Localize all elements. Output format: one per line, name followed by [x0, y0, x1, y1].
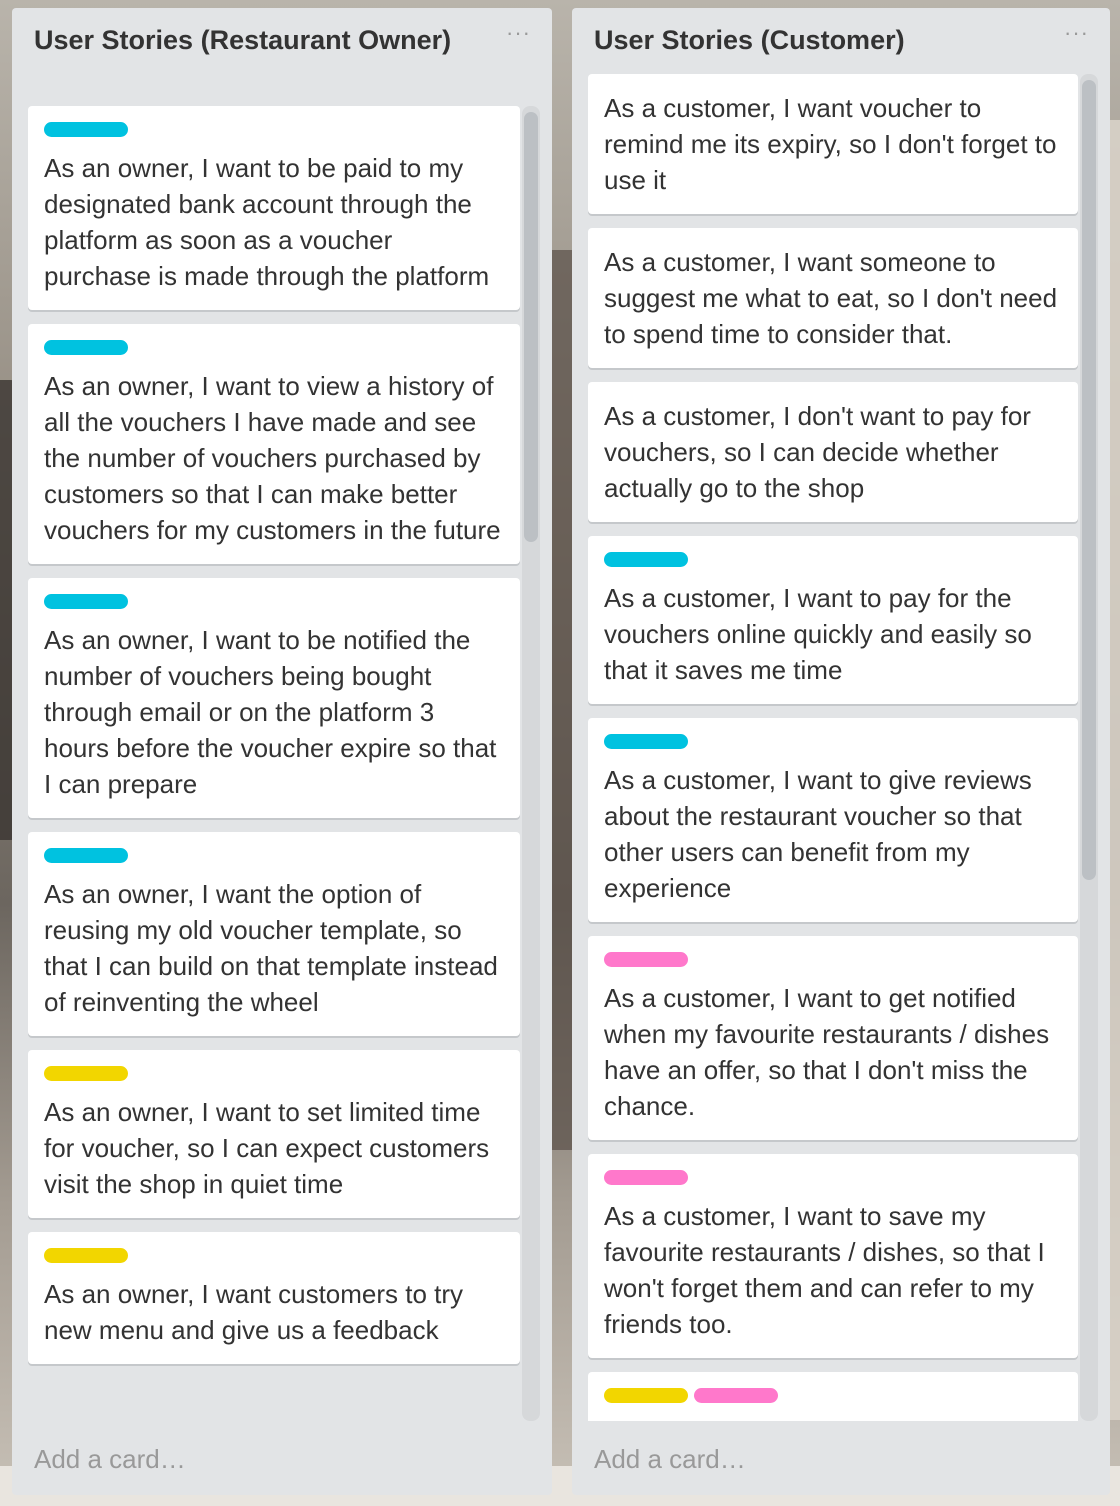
label-pink[interactable] — [604, 952, 688, 967]
card[interactable]: As a customer, I want someone to suggest… — [588, 228, 1078, 368]
list-customer: User Stories (Customer) ··· As a custome… — [572, 8, 1110, 1495]
label-yellow[interactable] — [604, 1388, 688, 1403]
scrollbar-thumb[interactable] — [524, 112, 538, 542]
card-labels — [44, 1066, 504, 1082]
card-text: As an owner, I want to be notified the n… — [44, 625, 497, 799]
card-text: As a customer, I want to get notified wh… — [604, 983, 1050, 1121]
card-text: As a customer, I want voucher to remind … — [604, 93, 1057, 195]
card-labels — [44, 848, 504, 864]
card[interactable]: As a customer, I want voucher to remind … — [588, 74, 1078, 214]
card-text: As a customer, I want to save my favouri… — [604, 1201, 1045, 1339]
card-labels — [604, 1388, 1062, 1404]
card[interactable]: As a customer, I want sort the — [588, 1372, 1078, 1421]
card-labels — [604, 552, 1062, 568]
label-blue[interactable] — [604, 734, 688, 749]
card-text: As an owner, I want customers to try new… — [44, 1279, 464, 1345]
card-labels — [44, 1248, 504, 1264]
label-pink[interactable] — [604, 1170, 688, 1185]
card-container: As a customer, I want voucher to remind … — [572, 74, 1110, 1421]
card[interactable]: As an owner, I want to be paid to my des… — [28, 106, 520, 310]
label-yellow[interactable] — [44, 1248, 128, 1263]
card[interactable]: As a customer, I want to give reviews ab… — [588, 718, 1078, 922]
card-labels — [44, 122, 504, 138]
card[interactable]: As an owner, I want the option of reusin… — [28, 832, 520, 1036]
card-text: As an owner, I want the option of reusin… — [44, 879, 498, 1017]
label-blue[interactable] — [44, 122, 128, 137]
card-labels — [44, 340, 504, 356]
scrollbar[interactable] — [522, 106, 540, 1421]
card-labels — [604, 952, 1062, 968]
label-blue[interactable] — [44, 340, 128, 355]
card-text: As an owner, I want to set limited time … — [44, 1097, 490, 1199]
add-card-button[interactable]: Add a card… — [594, 1439, 746, 1479]
label-blue[interactable] — [44, 594, 128, 609]
card[interactable]: As a customer, I want to get notified wh… — [588, 936, 1078, 1140]
card-text: As an owner, I want to view a history of… — [44, 371, 501, 545]
label-blue[interactable] — [44, 848, 128, 863]
card-text: As a customer, I want to give reviews ab… — [604, 765, 1032, 903]
card[interactable]: As an owner, I want customers to try new… — [28, 1232, 520, 1364]
list-title[interactable]: User Stories (Customer) — [594, 24, 1050, 56]
list-header: User Stories (Customer) ··· — [572, 8, 1110, 74]
card[interactable]: As an owner, I want to be notified the n… — [28, 578, 520, 818]
card[interactable]: As a customer, I want to save my favouri… — [588, 1154, 1078, 1358]
scrollbar[interactable] — [1080, 74, 1098, 1421]
card-labels — [44, 594, 504, 610]
card-text: As a customer, I want someone to suggest… — [604, 247, 1058, 349]
card[interactable]: As an owner, I want to set limited time … — [28, 1050, 520, 1218]
add-card-button[interactable]: Add a card… — [34, 1439, 186, 1479]
card[interactable]: As an owner, I want to view a history of… — [28, 324, 520, 564]
label-yellow[interactable] — [44, 1066, 128, 1081]
card[interactable]: As a customer, I want to pay for the vou… — [588, 536, 1078, 704]
label-pink[interactable] — [694, 1388, 778, 1403]
card-text: As an owner, I want to be paid to my des… — [44, 153, 490, 291]
scrollbar-thumb[interactable] — [1082, 80, 1096, 880]
list-header: User Stories (Restaurant Owner) ··· — [12, 8, 552, 98]
ellipsis-icon[interactable]: ··· — [1064, 22, 1088, 48]
label-blue[interactable] — [604, 552, 688, 567]
card-text: As a customer, I want to pay for the vou… — [604, 583, 1032, 685]
list-restaurant-owner: User Stories (Restaurant Owner) ··· As a… — [12, 8, 552, 1495]
card[interactable]: As a customer, I don't want to pay for v… — [588, 382, 1078, 522]
card-text: As a customer, I want sort the — [604, 1416, 1062, 1421]
card-labels — [604, 734, 1062, 750]
ellipsis-icon[interactable]: ··· — [506, 22, 530, 48]
list-title[interactable]: User Stories (Restaurant Owner) — [34, 24, 492, 56]
card-container: As an owner, I want to be paid to my des… — [12, 106, 552, 1421]
card-labels — [604, 1170, 1062, 1186]
card-text: As a customer, I don't want to pay for v… — [604, 401, 1031, 503]
